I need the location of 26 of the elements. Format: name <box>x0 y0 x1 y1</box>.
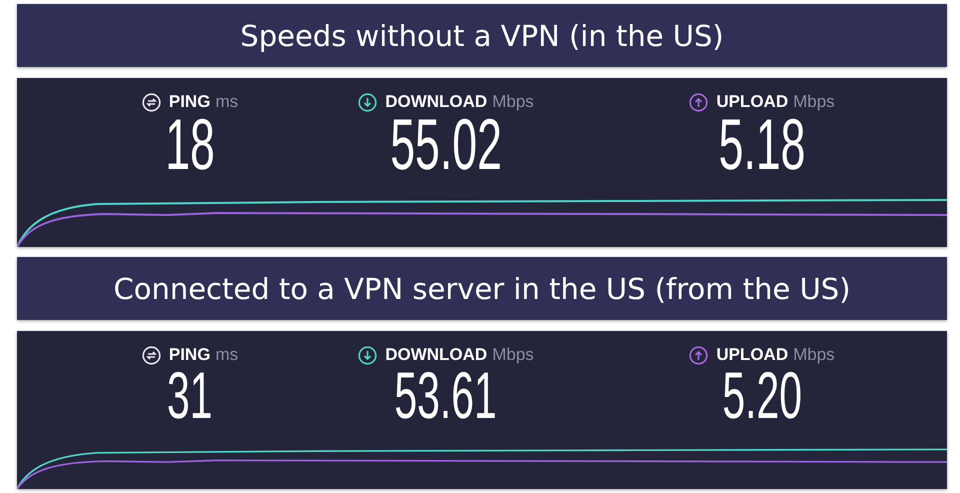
metric-unit: ms <box>215 345 238 365</box>
metric-label: UPLOAD <box>716 92 788 112</box>
metric-value: 55.02 <box>390 114 502 176</box>
banner-title: Speeds without a VPN (in the US) <box>240 18 724 52</box>
upload-icon <box>689 346 708 364</box>
metric-unit: Mbps <box>793 92 835 112</box>
metric-label: UPLOAD <box>716 345 788 365</box>
metric-label: PING <box>168 345 210 365</box>
upload-icon <box>689 92 708 112</box>
metric-value: 18 <box>165 114 215 176</box>
metric-unit: Mbps <box>492 92 534 112</box>
metric-label: DOWNLOAD <box>385 345 488 365</box>
metric-label: PING <box>168 92 210 112</box>
metric-value: 31 <box>167 367 213 423</box>
metric-value: 5.18 <box>718 114 806 176</box>
metric-value: 5.20 <box>722 367 802 423</box>
metric-unit: ms <box>215 92 238 112</box>
ping-icon <box>142 346 161 364</box>
download-icon <box>358 346 378 364</box>
metric-unit: Mbps <box>793 345 835 365</box>
ping-icon <box>142 92 161 112</box>
metric-label: DOWNLOAD <box>385 92 488 112</box>
banner-title: Connected to a VPN server in the US (from the US) <box>113 272 851 306</box>
download-icon <box>358 92 378 112</box>
metric-unit: Mbps <box>492 345 534 365</box>
metric-value: 53.61 <box>394 367 498 423</box>
